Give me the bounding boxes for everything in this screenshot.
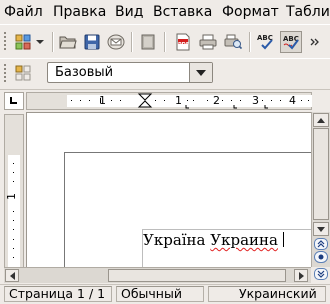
vertical-scrollbar[interactable] [311,112,330,267]
ruler-number: 2 [213,94,220,107]
scroll-right-button[interactable] [294,269,308,282]
navigator-icon [318,254,324,260]
arrow-down-icon [317,226,325,232]
ruler-number: 1 [175,94,182,107]
tab-stop-selector[interactable] [4,92,24,110]
ruler-number: 1 [99,94,106,107]
scroll-up-button[interactable] [313,113,329,127]
menu-table[interactable]: Табли [286,4,330,20]
print-icon[interactable] [197,31,219,53]
navigator-button[interactable] [314,251,328,263]
left-tab-icon [10,97,17,104]
next-page-icon-wrap[interactable] [314,268,328,280]
text-boundary [142,229,311,230]
double-down-icon [317,270,325,278]
next-page-button[interactable] [311,267,330,283]
open-folder-icon[interactable] [57,31,79,53]
document-canvas[interactable]: Україна Украина [26,112,311,267]
email-envelope-icon[interactable] [105,31,127,53]
document-text-line[interactable]: Україна Украина [143,231,284,249]
previous-page-button[interactable] [314,238,328,250]
save-disk-icon[interactable] [81,31,103,53]
export-pdf-icon[interactable]: PDF [172,31,194,53]
scroll-down-button[interactable] [313,222,329,236]
pdf-label: PDF [178,42,190,48]
ruler-number: 4 [289,94,296,107]
ruler-right-spacer [312,92,330,110]
status-language[interactable]: Украинский [208,286,326,302]
edit-mode-icon[interactable] [137,31,159,53]
chevron-down-icon[interactable] [189,63,212,82]
vertical-scroll-thumb[interactable] [313,128,329,220]
horizontal-ruler[interactable]: 1 1 2 3 4 [26,92,313,110]
toolbar-options-icon[interactable] [12,31,34,53]
toolbar-separator [52,32,54,52]
toolbar-separator [249,32,251,52]
text-cursor [282,232,284,247]
horizontal-scrollbar[interactable] [4,267,311,283]
menu-edit[interactable]: Правка [53,4,106,20]
styles-options-icon[interactable] [12,62,34,84]
status-bar: Страница 1 / 1 Обычный Украинский [0,284,330,304]
menu-view[interactable]: Вид [115,4,143,20]
toolbar-more-icon[interactable] [308,31,322,53]
menu-bar: Файл Правка Вид Вставка Формат Табли [0,0,330,24]
document-page [64,152,311,267]
toolbar-separator [131,32,133,52]
autospellcheck-icon[interactable]: ABC [280,31,302,53]
print-preview-icon[interactable] [222,31,244,53]
arrow-up-icon [317,117,325,123]
ruler-number: 1 [5,193,18,200]
menu-insert[interactable]: Вставка [153,4,212,20]
status-page-style[interactable]: Обычный [116,286,204,302]
standard-toolbar: PDF ABC ABC [0,24,330,60]
paragraph-style-combo[interactable]: Базовый [47,62,213,83]
misspelled-word: Украина [210,231,278,249]
paragraph-style-value: Базовый [55,65,114,80]
status-page[interactable]: Страница 1 / 1 [4,286,112,302]
arrow-right-icon [298,271,304,280]
spellcheck-icon[interactable]: ABC [255,31,277,53]
document-word: Україна [143,231,206,249]
menu-format[interactable]: Формат [222,4,279,20]
toolbar-dropdown-icon[interactable] [33,31,47,53]
double-up-icon [317,240,325,248]
scroll-left-button[interactable] [5,269,19,282]
arrow-left-icon [9,271,15,280]
vertical-ruler[interactable]: 1 [4,114,24,270]
toolbar-grip-icon[interactable] [3,32,7,52]
menu-file[interactable]: Файл [4,4,43,20]
toolbar-grip-icon[interactable] [3,64,7,84]
horizontal-scroll-thumb[interactable] [108,269,286,282]
toolbar-separator [164,32,166,52]
ruler-number: 3 [252,94,259,107]
